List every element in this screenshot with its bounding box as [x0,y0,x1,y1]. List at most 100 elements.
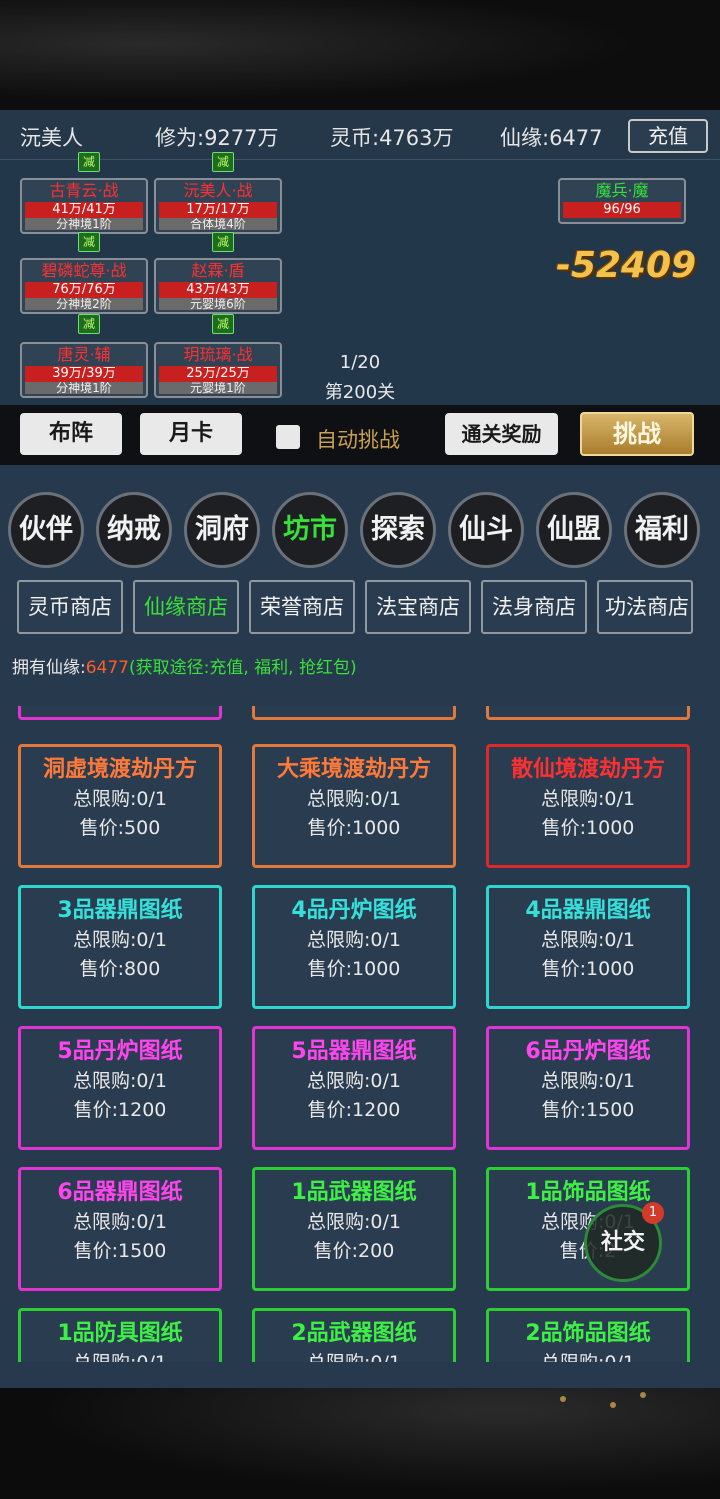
item-limit: 总限购:0/1 [489,1349,687,1362]
ally-unit[interactable]: 碧磷蛇尊·战 76万/76万 分神境2阶 [20,258,148,314]
shop-item[interactable]: 6品器鼎图纸 总限购:0/1 售价:1500 [18,1167,222,1291]
shop-tab-treasure[interactable]: 法宝商店 [365,580,471,634]
item-name: 4品丹炉图纸 [291,898,417,923]
unit-name: 唐灵·辅 [57,345,111,364]
tab-welfare[interactable]: 福利 [624,492,700,568]
item-limit: 总限购:0/1 [307,1070,401,1092]
shop-item-clipped[interactable] [486,706,690,720]
unit-name: 碧磷蛇尊·战 [41,261,127,280]
ally-unit[interactable]: 唐灵·辅 39万/39万 分神境1阶 [20,342,148,398]
item-name: 3品器鼎图纸 [57,898,183,923]
auto-battle-label[interactable]: 自动挑战 [316,424,400,454]
shop-item[interactable]: 1品防具图纸 总限购:0/1 [18,1308,222,1362]
shop-item[interactable]: 5品器鼎图纸 总限购:0/1 售价:1200 [252,1026,456,1150]
auto-battle-checkbox[interactable] [276,425,300,449]
shop-item[interactable]: 4品丹炉图纸 总限购:0/1 售价:1000 [252,885,456,1009]
cultivation-value: 修为:9277万 [155,126,279,150]
item-name: 洞虚境渡劫丹方 [42,757,197,782]
shop-item[interactable]: 3品器鼎图纸 总限购:0/1 售价:800 [18,885,222,1009]
item-name: 5品丹炉图纸 [57,1039,183,1064]
clear-reward-button[interactable]: 通关奖励 [445,413,558,455]
item-limit: 总限购:0/1 [73,1070,167,1092]
shop-item[interactable]: 2品武器图纸 总限购:0/1 [252,1308,456,1362]
item-limit: 总限购:0/1 [21,1349,219,1362]
owned-hint: (获取途径:充值, 福利, 抢红包) [129,658,357,678]
gold-spark [610,1402,616,1408]
ally-unit[interactable]: 古青云·战 41万/41万 分神境1阶 [20,178,148,234]
shop-item[interactable]: 5品丹炉图纸 总限购:0/1 售价:1200 [18,1026,222,1150]
item-name: 5品器鼎图纸 [291,1039,417,1064]
item-limit: 总限购:0/1 [73,788,167,810]
item-name: 散仙境渡劫丹方 [510,757,665,782]
shop-tab-immortal-fate[interactable]: 仙缘商店 [133,580,239,634]
item-limit: 总限购:0/1 [73,1211,167,1233]
gold-spark [560,1396,566,1402]
item-price: 售价:1200 [307,1099,401,1121]
unit-hp-bar: 17万/17万 [159,202,277,218]
challenge-button[interactable]: 挑战 [580,412,694,456]
unit-hp-bar: 25万/25万 [159,366,277,382]
item-limit: 总限购:0/1 [73,929,167,951]
shop-tab-honor[interactable]: 荣誉商店 [249,580,355,634]
unit-name: 玥琉璃·战 [183,345,253,364]
ally-unit[interactable]: 赵霖·盾 43万/43万 元婴境6阶 [154,258,282,314]
shop-item[interactable]: 2品饰品图纸 总限购:0/1 [486,1308,690,1362]
item-limit: 总限购:0/1 [307,788,401,810]
shop-item[interactable]: 1品武器图纸 总限购:0/1 售价:200 [252,1167,456,1291]
status-header: 沅美人 修为:9277万 灵币:4763万 仙缘:6477 充值 [0,110,720,160]
unit-hp-bar: 41万/41万 [25,202,143,218]
monthly-card-button[interactable]: 月卡 [140,413,242,455]
shop-item[interactable]: 4品器鼎图纸 总限购:0/1 售价:1000 [486,885,690,1009]
ally-unit[interactable]: 玥琉璃·战 25万/25万 元婴境1阶 [154,342,282,398]
enemy-unit[interactable]: 魔兵·魔 96/96 [558,178,686,224]
item-price: 售价:200 [313,1240,395,1262]
item-limit: 总限购:0/1 [541,1070,635,1092]
notification-badge: 1 [642,1202,664,1224]
unit-realm: 分神境1阶 [25,382,143,394]
item-price: 售价:800 [79,958,161,980]
formation-button[interactable]: 布阵 [20,413,122,455]
item-price: 售价:1000 [307,958,401,980]
tab-ring[interactable]: 纳戒 [96,492,172,568]
item-name: 1品防具图纸 [57,1321,183,1346]
item-name: 1品武器图纸 [291,1180,417,1205]
tab-cave[interactable]: 洞府 [184,492,260,568]
debuff-icon: 减 [78,314,100,334]
shop-item-clipped[interactable] [252,706,456,720]
shop-item[interactable]: 6品丹炉图纸 总限购:0/1 售价:1500 [486,1026,690,1150]
unit-name: 沅美人·战 [183,181,253,200]
shop-item-clipped[interactable] [18,706,222,720]
shop-item[interactable]: 散仙境渡劫丹方 总限购:0/1 售价:1000 [486,744,690,868]
item-price: 售价:1500 [73,1240,167,1262]
tab-market[interactable]: 坊市 [272,492,348,568]
enemy-hp-bar: 96/96 [563,202,681,218]
owned-label: 拥有仙缘: [12,658,86,678]
item-limit: 总限购:0/1 [307,929,401,951]
shop-tab-technique[interactable]: 功法商店 [597,580,693,634]
ally-unit[interactable]: 沅美人·战 17万/17万 合体境4阶 [154,178,282,234]
unit-realm: 元婴境6阶 [159,298,277,310]
debuff-icon: 减 [212,232,234,252]
unit-realm: 分神境2阶 [25,298,143,310]
background-bottom [0,1388,720,1499]
shop-item[interactable]: 洞虚境渡劫丹方 总限购:0/1 售价:500 [18,744,222,868]
shop-tab-spirit-coin[interactable]: 灵币商店 [17,580,123,634]
recharge-button[interactable]: 充值 [628,119,708,153]
tab-alliance[interactable]: 仙盟 [536,492,612,568]
spirit-coin-value: 灵币:4763万 [330,126,454,150]
debuff-icon: 减 [212,314,234,334]
gold-spark [640,1392,646,1398]
item-price: 售价:1000 [541,958,635,980]
item-price: 售价:1000 [541,817,635,839]
tab-partner[interactable]: 伙伴 [8,492,84,568]
item-price: 售价:500 [79,817,161,839]
unit-name: 古青云·战 [49,181,119,200]
debuff-icon: 减 [78,232,100,252]
tab-pvp[interactable]: 仙斗 [448,492,524,568]
tab-explore[interactable]: 探索 [360,492,436,568]
item-name: 6品丹炉图纸 [525,1039,651,1064]
shop-tab-body[interactable]: 法身商店 [481,580,587,634]
unit-hp-bar: 76万/76万 [25,282,143,298]
shop-item[interactable]: 大乘境渡劫丹方 总限购:0/1 售价:1000 [252,744,456,868]
unit-hp-bar: 43万/43万 [159,282,277,298]
